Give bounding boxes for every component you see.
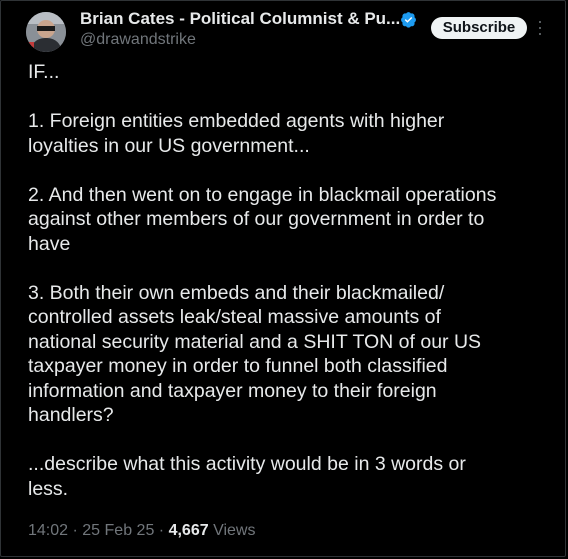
tweet-line: have — [28, 232, 71, 255]
tweet-date[interactable]: 25 Feb 25 — [82, 522, 154, 539]
tweet-line: less. — [28, 477, 69, 500]
tweet-line: loyalties in our US government... — [28, 134, 310, 157]
tweet-line: 2. And then went on to engage in blackma… — [28, 183, 497, 206]
meta-separator: · — [72, 522, 78, 539]
avatar-image — [26, 12, 66, 52]
tweet-line: ...describe what this activity would be … — [28, 453, 466, 475]
views-count: 4,667 — [168, 522, 209, 539]
tweet-header: Brian Cates - Political Columnist & Pu..… — [0, 0, 568, 56]
tweet-line: handlers? — [28, 404, 114, 426]
tweet-meta: 14:02 · 25 Feb 25 · 4,667 Views — [28, 522, 255, 540]
tweet-line: national security material and a SHIT TO… — [28, 330, 482, 353]
author-avatar[interactable] — [26, 12, 66, 52]
meta-separator: · — [158, 522, 165, 539]
tweet-line: controlled assets leak/steal massive amo… — [28, 306, 441, 328]
tweet-time[interactable]: 14:02 — [28, 522, 68, 539]
author-handle[interactable]: @drawandstrike — [80, 31, 196, 49]
tweet-line: 3. Both their own embeds and their black… — [28, 281, 445, 304]
subscribe-button[interactable]: Subscribe — [431, 17, 527, 39]
tweet-line: 1. Foreign entities embedded agents with… — [28, 110, 445, 132]
tweet-line: taxpayer money in order to funnel both c… — [28, 355, 448, 377]
tweet-text: IF... 1. Foreign entities embedded agent… — [28, 60, 548, 501]
verified-badge-icon — [401, 12, 416, 28]
tweet-line: against other members of our government … — [28, 208, 485, 230]
tweet-line: information and taxpayer money to their … — [28, 379, 437, 402]
tweet-line: IF... — [28, 61, 60, 83]
views-label: Views — [213, 522, 256, 539]
more-options-icon[interactable] — [535, 17, 545, 39]
author-name[interactable]: Brian Cates - Political Columnist & Pu..… — [80, 9, 400, 29]
